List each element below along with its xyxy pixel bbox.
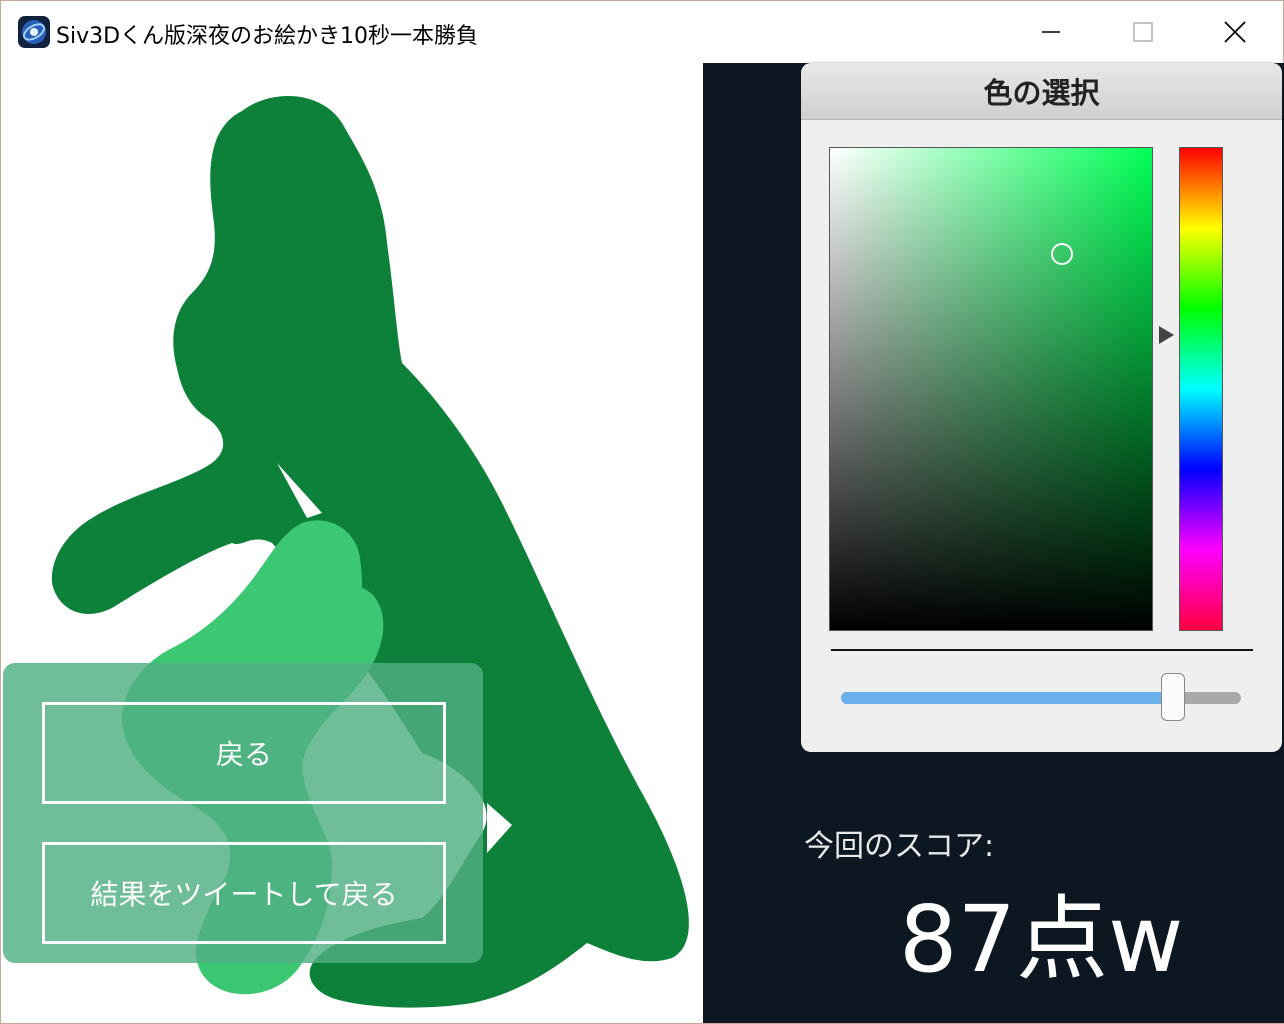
color-picker-dialog: 色の選択 [801,63,1282,752]
score-value: 87点w [899,886,1184,993]
hue-slider[interactable] [1179,147,1223,631]
app-window: Siv3Dくん版深夜のお絵かき10秒一本勝負 戻る 結果をツイートして戻る 色の… [0,0,1284,1024]
maximize-icon [1133,22,1153,42]
minimize-icon [1042,31,1060,33]
saturation-value-square[interactable] [829,147,1153,631]
alpha-slider-thumb[interactable] [1161,673,1185,721]
color-picker-title: 色の選択 [801,63,1282,120]
minimize-button[interactable] [1005,1,1097,63]
tweet-and-back-button[interactable]: 結果をツイートして戻る [42,842,446,944]
back-button[interactable]: 戻る [42,702,446,804]
maximize-button[interactable] [1097,1,1189,63]
result-menu-panel: 戻る 結果をツイートして戻る [3,663,483,963]
title-bar: Siv3Dくん版深夜のお絵かき10秒一本勝負 [1,1,1283,63]
close-icon [1224,21,1246,43]
siv3d-app-icon [18,16,50,48]
window-title: Siv3Dくん版深夜のお絵かき10秒一本勝負 [56,24,479,49]
color-cursor[interactable] [1050,243,1073,266]
picker-divider [831,649,1253,651]
close-button[interactable] [1189,1,1281,63]
score-label: 今回のスコア: [804,829,995,864]
alpha-slider-fill [841,692,1173,704]
hue-marker-arrow-icon[interactable] [1159,325,1174,344]
